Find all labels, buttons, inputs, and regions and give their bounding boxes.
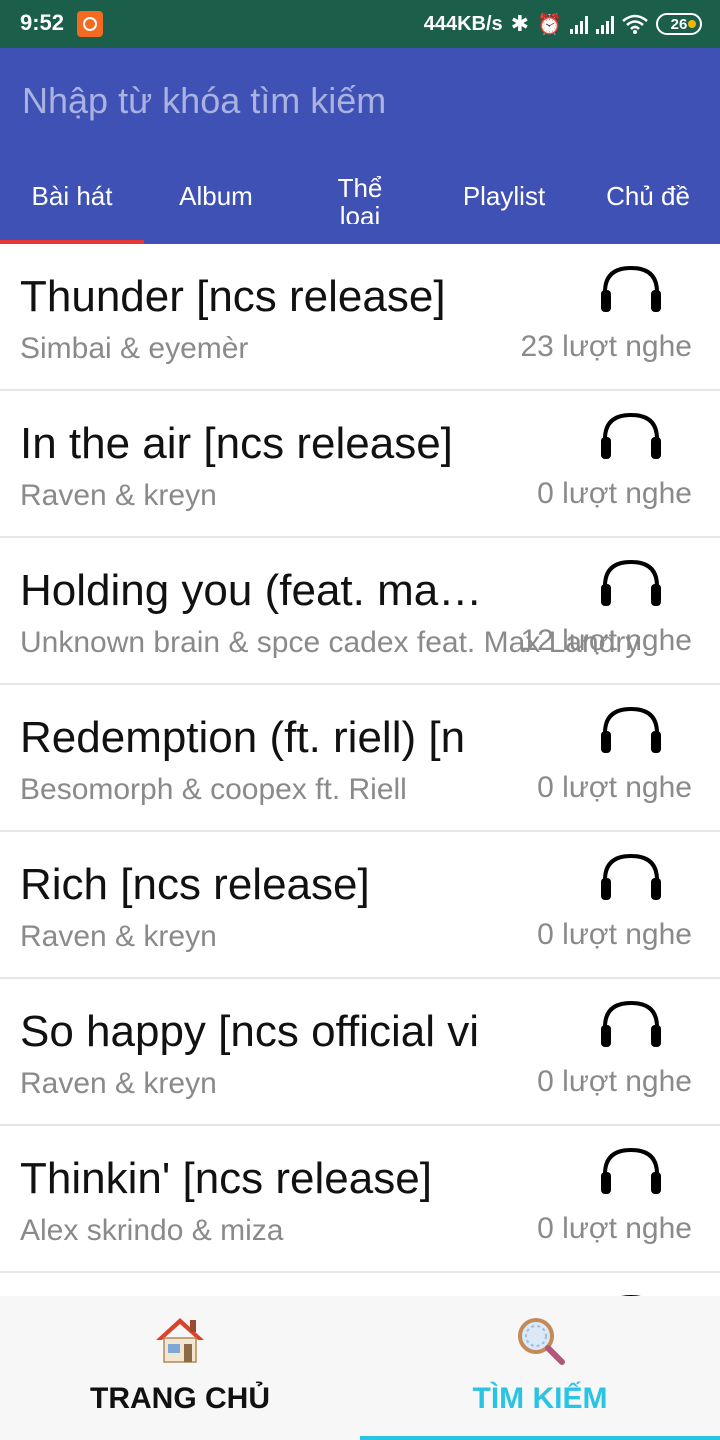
app-notification-icon [77,11,103,37]
song-row[interactable]: Redemption (ft. riell) [n Besomorph & co… [0,685,720,830]
bottom-navigation: TRANG CHỦ TÌM KIẾM [0,1296,720,1440]
signal-icon-2 [596,14,614,34]
song-artist: Besomorph & coopex ft. Riell [20,773,407,806]
song-title: Thinkin' [ncs release] [20,1154,432,1203]
tab-album[interactable]: Album [144,166,288,244]
nav-search-label: TÌM KIẾM [472,1382,608,1415]
headphones-icon [601,706,661,753]
song-artist: Raven & kreyn [20,920,217,953]
song-row-partial[interactable] [0,1273,720,1296]
headphones-icon [601,1000,661,1047]
wifi-icon [622,14,648,34]
listen-count: 0 lượt nghe [537,1212,692,1245]
nav-search[interactable]: TÌM KIẾM [360,1296,720,1440]
song-row[interactable]: Holding you (feat. max… Unknown brain & … [0,538,720,683]
headphones-icon [601,853,661,900]
song-row[interactable]: In the air [ncs release] Raven & kreyn 0… [0,391,720,536]
tab-genre[interactable]: Thể loại [288,166,432,224]
song-row[interactable]: Thunder [ncs release] Simbai & eyemèr 23… [0,244,720,389]
song-title: Redemption (ft. riell) [n [20,713,466,762]
song-title: Holding you (feat. max… [20,566,490,615]
tab-topic[interactable]: Chủ đề [576,166,720,244]
tab-bar: Bài hát Album Thể loại Playlist Chủ đề [0,166,720,244]
headphones-icon [601,559,661,606]
listen-count: 23 lượt nghe [520,330,692,363]
nav-active-indicator [360,1436,720,1440]
status-time: 9:52 [20,10,65,35]
tab-album-label: Album [179,181,253,211]
song-title: Thunder [ncs release] [20,272,446,321]
search-input[interactable] [22,76,682,126]
house-icon [156,1318,204,1363]
song-row[interactable]: Rich [ncs release] Raven & kreyn 0 lượt … [0,832,720,977]
song-row[interactable]: Thinkin' [ncs release] Alex skrindo & mi… [0,1126,720,1271]
status-icons: 444KB/s ✱ ⏰ 26 [424,10,702,38]
bluetooth-icon: ✱ [510,11,530,36]
song-title: In the air [ncs release] [20,419,453,468]
nav-home[interactable]: TRANG CHỦ [0,1296,360,1440]
listen-count: 0 lượt nghe [537,477,692,510]
alarm-off-icon: ⏰ [537,13,562,36]
headphones-icon [601,265,661,312]
tab-songs-label: Bài hát [31,181,113,211]
song-title: So happy [ncs official vi [20,1007,479,1056]
song-artist: Raven & kreyn [20,1067,217,1100]
listen-count: 0 lượt nghe [537,1065,692,1098]
listen-count: 0 lượt nghe [537,771,692,804]
song-list[interactable]: Thunder [ncs release] Simbai & eyemèr 23… [0,244,720,1296]
tab-songs[interactable]: Bài hát [0,166,144,244]
song-title: Rich [ncs release] [20,860,370,909]
song-row[interactable]: So happy [ncs official vi Raven & kreyn … [0,979,720,1124]
status-bar: 9:52 444KB/s ✱ ⏰ 26 [0,0,720,48]
headphones-icon [601,1147,661,1194]
song-artist: Simbai & eyemèr [20,332,249,365]
headphones-icon [601,412,661,459]
battery-icon: 26 [656,13,702,35]
magnifier-icon [518,1318,565,1365]
listen-count: 12 lượt nghe [520,624,692,657]
signal-icon [570,14,588,34]
app-bar: Bài hát Album Thể loại Playlist Chủ đề [0,48,720,244]
battery-level: 26 [670,15,688,33]
network-speed: 444KB/s [423,12,503,35]
tab-topic-label: Chủ đề [606,181,690,211]
tab-genre-label: Thể loại [337,173,383,224]
song-artist: Raven & kreyn [20,479,217,512]
song-artist: Alex skrindo & miza [20,1214,284,1247]
tab-playlist-label: Playlist [462,181,546,211]
tab-playlist[interactable]: Playlist [432,166,576,244]
nav-home-label: TRANG CHỦ [90,1382,270,1415]
listen-count: 0 lượt nghe [537,918,692,951]
